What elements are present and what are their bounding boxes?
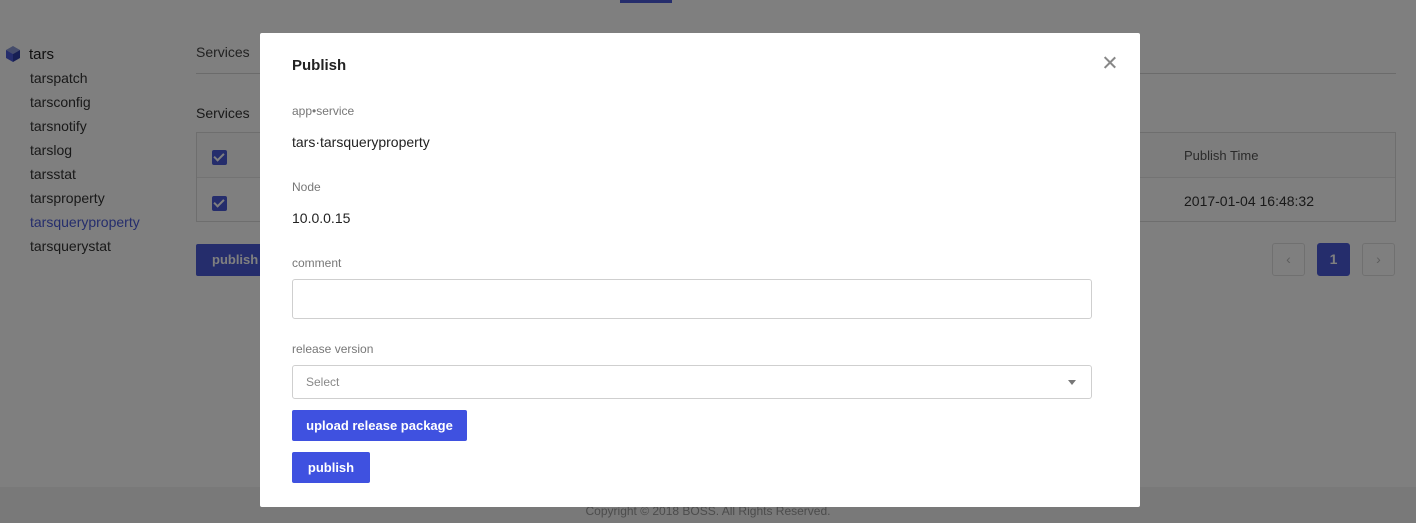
close-icon[interactable] [1102,55,1118,71]
release-version-placeholder: Select [306,375,340,389]
dialog-publish-button[interactable]: publish [292,452,370,483]
caret-down-icon [1068,380,1076,385]
upload-release-package-button[interactable]: upload release package [292,410,467,441]
app-service-value: tars·tarsqueryproperty [292,134,430,150]
app-service-label: app•service [292,104,355,118]
publish-dialog: Publish app•service tars·tarsqueryproper… [260,33,1140,507]
dialog-title: Publish [292,57,347,74]
release-version-select[interactable]: Select [292,365,1092,399]
node-value: 10.0.0.15 [292,210,351,226]
comment-label: comment [292,256,342,270]
release-version-label: release version [292,342,374,356]
node-label: Node [292,180,321,194]
comment-input[interactable] [292,279,1092,319]
